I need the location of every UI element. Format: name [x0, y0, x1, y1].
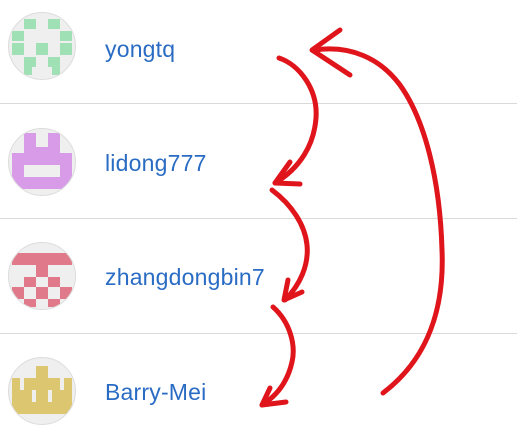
avatar-zhangdongbin7[interactable]: [8, 242, 76, 310]
row-divider: [0, 103, 517, 104]
hand-drawn-arrows-icon: [259, 27, 445, 408]
avatar-lidong777[interactable]: [8, 128, 76, 196]
username-link[interactable]: Barry-Mei: [105, 379, 206, 406]
row-divider: [0, 218, 517, 219]
identicon-purple-icon: [12, 133, 72, 189]
avatar-yongtq[interactable]: [8, 12, 76, 80]
avatar-barry-mei[interactable]: [8, 357, 76, 425]
identicon-red-icon: [12, 253, 72, 307]
row-divider: [0, 333, 517, 334]
user-list: yongtq lidong777 zhangdongbin7 Barry-Mei: [0, 0, 517, 440]
identicon-yellow-icon: [12, 366, 72, 414]
username-link[interactable]: zhangdongbin7: [105, 264, 265, 291]
username-link[interactable]: lidong777: [105, 150, 207, 177]
identicon-green-icon: [12, 19, 72, 75]
username-link[interactable]: yongtq: [105, 36, 175, 63]
